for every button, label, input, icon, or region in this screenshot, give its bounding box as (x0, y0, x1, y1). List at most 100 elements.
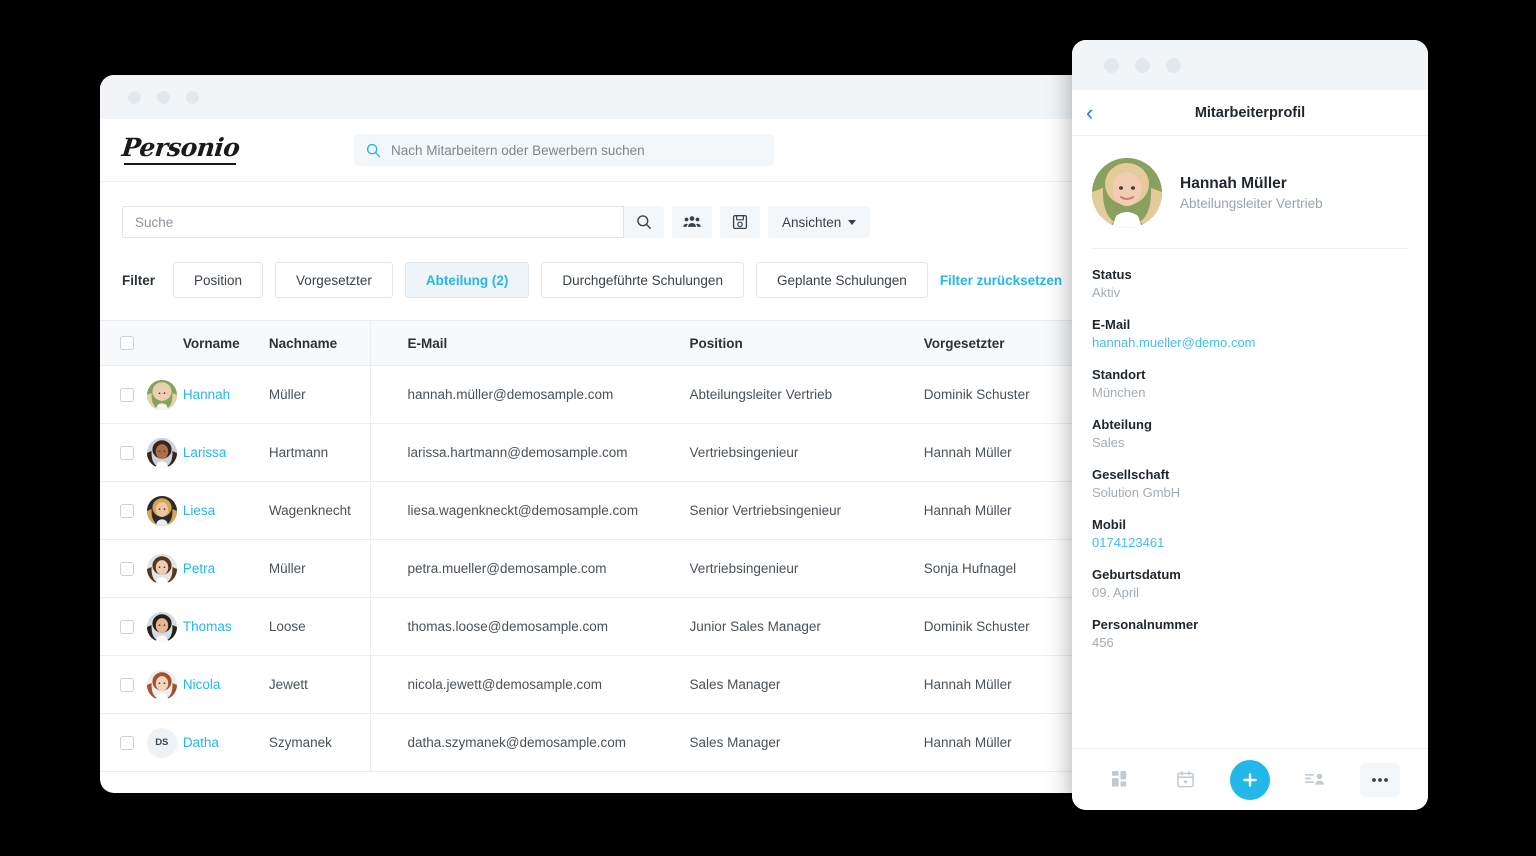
profile-field: Mobil 0174123461 (1092, 517, 1408, 550)
row-checkbox-cell[interactable] (100, 677, 141, 692)
chevron-left-icon[interactable]: ‹ (1086, 101, 1093, 124)
filter-chip-position[interactable]: Position (173, 262, 264, 298)
table-header-row: Vorname Nachname E-Mail Position Vorgese… (100, 320, 1115, 366)
search-submit-button[interactable] (624, 206, 664, 238)
cell-vorname[interactable]: Thomas (183, 619, 269, 634)
row-checkbox[interactable] (120, 619, 135, 634)
global-search-placeholder: Nach Mitarbeitern oder Bewerbern suchen (391, 142, 645, 158)
column-header-email[interactable]: E-Mail (408, 336, 690, 351)
table-row[interactable]: Nicola Jewett nicola.jewett@demosample.com… (100, 656, 1115, 714)
views-label: Ansichten (782, 214, 842, 230)
profile-field: Standort München (1092, 367, 1408, 400)
filter-chip-abteilung[interactable]: Abteilung (2) (404, 262, 530, 298)
search-input[interactable]: Suche (122, 206, 624, 238)
person-list-icon (1304, 773, 1324, 785)
row-checkbox[interactable] (120, 445, 135, 460)
avatar (146, 669, 177, 700)
cell-email: hannah.müller@demosample.com (407, 387, 614, 402)
avatar (146, 553, 177, 584)
column-header-nachname[interactable]: Nachname (269, 336, 408, 351)
cell-email: petra.mueller@demosample.com (407, 561, 607, 576)
search-icon (366, 143, 381, 157)
global-search-input[interactable]: Nach Mitarbeitern oder Bewerbern suchen (354, 134, 774, 166)
table-row[interactable]: Thomas Loose thomas.loose@demosample.com Ju… (100, 598, 1115, 656)
profile-field-value[interactable]: hannah.mueller@demo.com (1092, 335, 1408, 350)
cell-nachname: Jewett (268, 677, 308, 692)
row-checkbox-cell[interactable] (100, 445, 141, 460)
filter-chip-vorgesetzter[interactable]: Vorgesetzter (275, 262, 393, 298)
column-header-position[interactable]: Position (690, 336, 924, 351)
select-all-checkbox[interactable] (120, 336, 135, 350)
row-checkbox[interactable] (120, 561, 135, 576)
cell-nachname: Wagenknecht (268, 503, 351, 518)
cell-position: Sales Manager (689, 677, 781, 692)
filter-chip-geplante-schulungen[interactable]: Geplante Schulungen (755, 262, 928, 298)
views-dropdown-button[interactable]: Ansichten (768, 206, 871, 238)
mobile-window-maximize-dot[interactable] (1166, 57, 1181, 73)
avatar-photo (146, 379, 177, 410)
mobile-window-close-dot[interactable] (1104, 57, 1119, 73)
row-checkbox-cell[interactable] (100, 735, 141, 750)
avatar-photo (146, 437, 177, 468)
table-row[interactable]: DS Datha Szymanek datha.szymanek@demosample… (100, 714, 1115, 772)
column-divider (370, 320, 371, 772)
cell-email: nicola.jewett@demosample.com (407, 677, 603, 692)
window-minimize-dot[interactable] (157, 90, 170, 104)
mobile-window-minimize-dot[interactable] (1135, 57, 1150, 73)
tab-dashboard[interactable] (1100, 763, 1140, 797)
profile-field-value: 456 (1092, 635, 1114, 650)
employee-table: Vorname Nachname E-Mail Position Vorgese… (100, 320, 1115, 772)
mobile-tabbar (1072, 748, 1428, 810)
table-row[interactable]: Liesa Wagenknecht liesa.wagenkneckt@demosa… (100, 482, 1115, 540)
window-maximize-dot[interactable] (186, 90, 199, 104)
avatar-photo (1092, 158, 1162, 228)
profile-field: Geburtsdatum 09. April (1092, 567, 1408, 600)
personio-logo[interactable]: Personio (120, 133, 252, 166)
filter-chip-durchgefuehrte-schulungen[interactable]: Durchgeführte Schulungen (541, 262, 744, 298)
tab-people[interactable] (1295, 763, 1335, 797)
avatar (146, 379, 177, 410)
row-avatar-cell (141, 379, 183, 410)
table-row[interactable]: Petra Müller petra.mueller@demosample.com V… (100, 540, 1115, 598)
cell-position: Junior Sales Manager (689, 619, 821, 634)
profile-name-block: Hannah Müller Abteilungsleiter Vertrieb (1180, 175, 1323, 211)
group-employees-button[interactable] (672, 206, 712, 238)
cell-vorname[interactable]: Nicola (183, 677, 269, 692)
row-checkbox-cell[interactable] (100, 387, 141, 402)
cell-vorname[interactable]: Petra (183, 561, 269, 576)
reset-filters-link[interactable]: Filter zurücksetzen (940, 273, 1062, 288)
dashboard-grid-icon (1111, 770, 1127, 787)
table-row[interactable]: Larissa Hartmann larissa.hartmann@demosamp… (100, 424, 1115, 482)
profile-field-value: München (1092, 385, 1146, 400)
cell-vorname[interactable]: Hannah (183, 387, 269, 402)
row-checkbox[interactable] (120, 677, 135, 692)
row-checkbox-cell[interactable] (100, 619, 141, 634)
row-checkbox[interactable] (120, 503, 135, 518)
cell-email: thomas.loose@demosample.com (407, 619, 609, 634)
profile-field: Gesellschaft Solution GmbH (1092, 467, 1408, 500)
cell-vorname[interactable]: Larissa (183, 445, 269, 460)
window-close-dot[interactable] (128, 90, 141, 104)
mobile-titlebar (1072, 40, 1428, 90)
save-view-button[interactable] (720, 206, 760, 238)
avatar-initials: DS (146, 727, 177, 758)
row-checkbox-cell[interactable] (100, 561, 141, 576)
cell-vorname[interactable]: Datha (183, 735, 269, 750)
profile-field-value[interactable]: 0174123461 (1092, 535, 1408, 550)
cell-position: Abteilungsleiter Vertrieb (689, 387, 833, 402)
tab-calendar[interactable] (1165, 763, 1205, 797)
profile-field-label: Status (1092, 267, 1132, 282)
select-all-checkbox-cell[interactable] (100, 336, 141, 350)
profile-field: Status Aktiv (1092, 267, 1408, 300)
column-header-vorname[interactable]: Vorname (183, 336, 269, 351)
cell-position: Sales Manager (689, 735, 781, 750)
row-checkbox[interactable] (120, 387, 135, 402)
tab-more[interactable] (1359, 762, 1400, 797)
personio-logo-underline (124, 162, 236, 166)
cell-vorname[interactable]: Liesa (183, 503, 269, 518)
row-checkbox[interactable] (120, 735, 135, 750)
row-checkbox-cell[interactable] (100, 503, 141, 518)
table-row[interactable]: Hannah Müller hannah.müller@demosample.com… (100, 366, 1115, 424)
avatar (146, 437, 177, 468)
add-button[interactable] (1229, 759, 1270, 800)
